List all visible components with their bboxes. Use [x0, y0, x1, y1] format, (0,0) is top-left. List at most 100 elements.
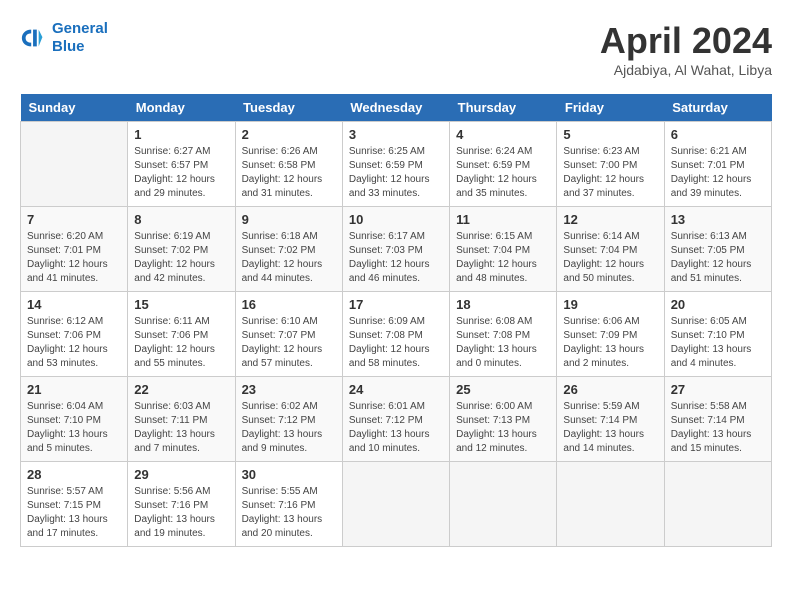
day-number: 14 [27, 297, 121, 312]
day-number: 29 [134, 467, 228, 482]
calendar-cell: 19 Sunrise: 6:06 AMSunset: 7:09 PMDaylig… [557, 292, 664, 377]
calendar-cell: 28 Sunrise: 5:57 AMSunset: 7:15 PMDaylig… [21, 462, 128, 547]
cell-info: Sunrise: 6:12 AMSunset: 7:06 PMDaylight:… [27, 315, 121, 371]
day-number: 15 [134, 297, 228, 312]
calendar-cell: 17 Sunrise: 6:09 AMSunset: 7:08 PMDaylig… [342, 292, 449, 377]
day-header-saturday: Saturday [664, 94, 771, 122]
calendar-table: SundayMondayTuesdayWednesdayThursdayFrid… [20, 94, 772, 547]
cell-info: Sunrise: 5:57 AMSunset: 7:15 PMDaylight:… [27, 485, 121, 541]
cell-info: Sunrise: 6:11 AMSunset: 7:06 PMDaylight:… [134, 315, 228, 371]
calendar-cell: 5 Sunrise: 6:23 AMSunset: 7:00 PMDayligh… [557, 122, 664, 207]
calendar-cell: 1 Sunrise: 6:27 AMSunset: 6:57 PMDayligh… [128, 122, 235, 207]
cell-info: Sunrise: 6:14 AMSunset: 7:04 PMDaylight:… [563, 230, 657, 286]
day-number: 10 [349, 212, 443, 227]
day-number: 21 [27, 382, 121, 397]
cell-info: Sunrise: 6:02 AMSunset: 7:12 PMDaylight:… [242, 400, 336, 456]
day-header-thursday: Thursday [450, 94, 557, 122]
day-number: 13 [671, 212, 765, 227]
calendar-cell: 23 Sunrise: 6:02 AMSunset: 7:12 PMDaylig… [235, 377, 342, 462]
day-number: 30 [242, 467, 336, 482]
calendar-cell: 8 Sunrise: 6:19 AMSunset: 7:02 PMDayligh… [128, 207, 235, 292]
day-number: 11 [456, 212, 550, 227]
calendar-cell: 20 Sunrise: 6:05 AMSunset: 7:10 PMDaylig… [664, 292, 771, 377]
calendar-cell: 10 Sunrise: 6:17 AMSunset: 7:03 PMDaylig… [342, 207, 449, 292]
day-header-friday: Friday [557, 94, 664, 122]
calendar-cell: 22 Sunrise: 6:03 AMSunset: 7:11 PMDaylig… [128, 377, 235, 462]
day-number: 12 [563, 212, 657, 227]
day-number: 8 [134, 212, 228, 227]
cell-info: Sunrise: 6:01 AMSunset: 7:12 PMDaylight:… [349, 400, 443, 456]
calendar-cell: 16 Sunrise: 6:10 AMSunset: 7:07 PMDaylig… [235, 292, 342, 377]
day-header-tuesday: Tuesday [235, 94, 342, 122]
cell-info: Sunrise: 5:59 AMSunset: 7:14 PMDaylight:… [563, 400, 657, 456]
cell-info: Sunrise: 6:21 AMSunset: 7:01 PMDaylight:… [671, 145, 765, 201]
logo-icon [20, 24, 48, 52]
day-number: 19 [563, 297, 657, 312]
calendar-cell: 12 Sunrise: 6:14 AMSunset: 7:04 PMDaylig… [557, 207, 664, 292]
cell-info: Sunrise: 6:24 AMSunset: 6:59 PMDaylight:… [456, 145, 550, 201]
day-number: 5 [563, 127, 657, 142]
calendar-cell: 30 Sunrise: 5:55 AMSunset: 7:16 PMDaylig… [235, 462, 342, 547]
calendar-cell: 24 Sunrise: 6:01 AMSunset: 7:12 PMDaylig… [342, 377, 449, 462]
page-header: General Blue April 2024 Ajdabiya, Al Wah… [20, 20, 772, 78]
cell-info: Sunrise: 6:18 AMSunset: 7:02 PMDaylight:… [242, 230, 336, 286]
day-number: 23 [242, 382, 336, 397]
day-header-monday: Monday [128, 94, 235, 122]
calendar-cell: 18 Sunrise: 6:08 AMSunset: 7:08 PMDaylig… [450, 292, 557, 377]
day-number: 6 [671, 127, 765, 142]
cell-info: Sunrise: 6:25 AMSunset: 6:59 PMDaylight:… [349, 145, 443, 201]
calendar-cell: 2 Sunrise: 6:26 AMSunset: 6:58 PMDayligh… [235, 122, 342, 207]
calendar-week-row: 28 Sunrise: 5:57 AMSunset: 7:15 PMDaylig… [21, 462, 772, 547]
day-number: 1 [134, 127, 228, 142]
day-number: 16 [242, 297, 336, 312]
calendar-week-row: 7 Sunrise: 6:20 AMSunset: 7:01 PMDayligh… [21, 207, 772, 292]
calendar-cell: 4 Sunrise: 6:24 AMSunset: 6:59 PMDayligh… [450, 122, 557, 207]
title-block: April 2024 Ajdabiya, Al Wahat, Libya [600, 20, 772, 78]
location: Ajdabiya, Al Wahat, Libya [600, 62, 772, 78]
cell-info: Sunrise: 6:04 AMSunset: 7:10 PMDaylight:… [27, 400, 121, 456]
calendar-cell [664, 462, 771, 547]
calendar-week-row: 21 Sunrise: 6:04 AMSunset: 7:10 PMDaylig… [21, 377, 772, 462]
calendar-cell [450, 462, 557, 547]
calendar-cell [342, 462, 449, 547]
day-number: 28 [27, 467, 121, 482]
calendar-cell: 25 Sunrise: 6:00 AMSunset: 7:13 PMDaylig… [450, 377, 557, 462]
cell-info: Sunrise: 6:19 AMSunset: 7:02 PMDaylight:… [134, 230, 228, 286]
calendar-cell [557, 462, 664, 547]
day-number: 9 [242, 212, 336, 227]
month-title: April 2024 [600, 20, 772, 62]
cell-info: Sunrise: 6:17 AMSunset: 7:03 PMDaylight:… [349, 230, 443, 286]
day-header-wednesday: Wednesday [342, 94, 449, 122]
calendar-cell: 29 Sunrise: 5:56 AMSunset: 7:16 PMDaylig… [128, 462, 235, 547]
logo-text: General Blue [52, 20, 108, 56]
day-number: 24 [349, 382, 443, 397]
calendar-cell: 3 Sunrise: 6:25 AMSunset: 6:59 PMDayligh… [342, 122, 449, 207]
day-number: 3 [349, 127, 443, 142]
day-number: 7 [27, 212, 121, 227]
calendar-cell: 26 Sunrise: 5:59 AMSunset: 7:14 PMDaylig… [557, 377, 664, 462]
day-header-sunday: Sunday [21, 94, 128, 122]
day-number: 22 [134, 382, 228, 397]
calendar-cell: 14 Sunrise: 6:12 AMSunset: 7:06 PMDaylig… [21, 292, 128, 377]
calendar-cell: 21 Sunrise: 6:04 AMSunset: 7:10 PMDaylig… [21, 377, 128, 462]
cell-info: Sunrise: 6:23 AMSunset: 7:00 PMDaylight:… [563, 145, 657, 201]
logo: General Blue [20, 20, 108, 56]
cell-info: Sunrise: 6:27 AMSunset: 6:57 PMDaylight:… [134, 145, 228, 201]
cell-info: Sunrise: 6:00 AMSunset: 7:13 PMDaylight:… [456, 400, 550, 456]
cell-info: Sunrise: 6:05 AMSunset: 7:10 PMDaylight:… [671, 315, 765, 371]
cell-info: Sunrise: 6:06 AMSunset: 7:09 PMDaylight:… [563, 315, 657, 371]
cell-info: Sunrise: 5:58 AMSunset: 7:14 PMDaylight:… [671, 400, 765, 456]
cell-info: Sunrise: 6:26 AMSunset: 6:58 PMDaylight:… [242, 145, 336, 201]
cell-info: Sunrise: 6:15 AMSunset: 7:04 PMDaylight:… [456, 230, 550, 286]
calendar-cell: 27 Sunrise: 5:58 AMSunset: 7:14 PMDaylig… [664, 377, 771, 462]
calendar-week-row: 14 Sunrise: 6:12 AMSunset: 7:06 PMDaylig… [21, 292, 772, 377]
day-number: 17 [349, 297, 443, 312]
day-number: 20 [671, 297, 765, 312]
calendar-cell: 13 Sunrise: 6:13 AMSunset: 7:05 PMDaylig… [664, 207, 771, 292]
day-number: 2 [242, 127, 336, 142]
calendar-cell: 11 Sunrise: 6:15 AMSunset: 7:04 PMDaylig… [450, 207, 557, 292]
cell-info: Sunrise: 6:09 AMSunset: 7:08 PMDaylight:… [349, 315, 443, 371]
cell-info: Sunrise: 6:10 AMSunset: 7:07 PMDaylight:… [242, 315, 336, 371]
day-number: 26 [563, 382, 657, 397]
calendar-cell: 6 Sunrise: 6:21 AMSunset: 7:01 PMDayligh… [664, 122, 771, 207]
